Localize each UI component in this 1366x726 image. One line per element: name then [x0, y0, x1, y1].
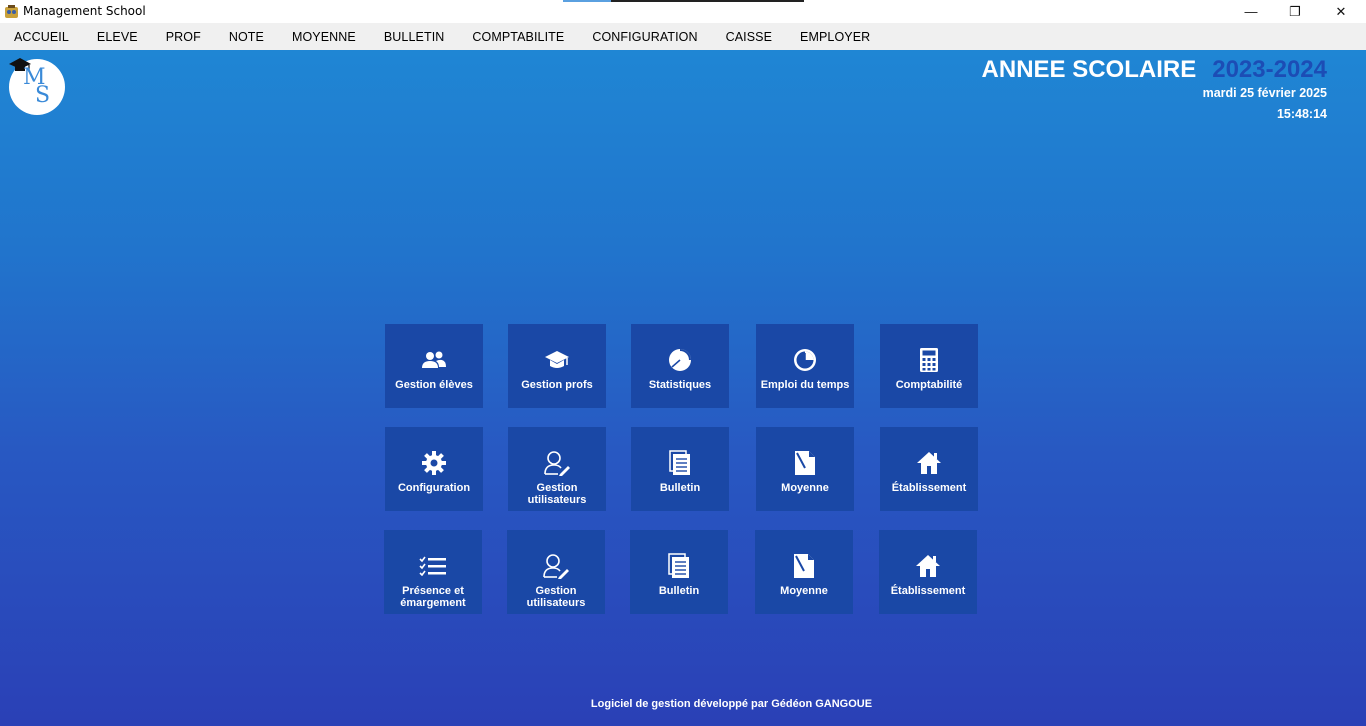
- tile-bulletin[interactable]: Bulletin: [631, 427, 729, 511]
- tile-label: Emploi du temps: [760, 379, 850, 391]
- document-icon: [668, 553, 689, 578]
- checklist-icon: [419, 556, 446, 576]
- tile-moyenne[interactable]: Moyenne: [756, 427, 854, 511]
- tile-label: Gestion profs: [521, 379, 593, 391]
- menu-employer[interactable]: EMPLOYER: [800, 30, 870, 44]
- app-logo: M S: [9, 58, 65, 115]
- menu-prof[interactable]: PROF: [166, 30, 201, 44]
- logo-letter-s: S: [35, 83, 51, 108]
- clock-icon: [794, 349, 816, 371]
- tile-label: Statistiques: [648, 379, 712, 391]
- user-edit-icon: [544, 451, 570, 476]
- menu-configuration[interactable]: CONFIGURATION: [592, 30, 697, 44]
- tile-label: Moyenne: [780, 585, 828, 597]
- users-icon: [422, 351, 446, 368]
- menu-bulletin[interactable]: BULLETIN: [384, 30, 445, 44]
- current-time: 15:48:14: [1276, 107, 1327, 121]
- tile-label: Établissement: [890, 585, 966, 597]
- restore-icon: ❐: [1289, 3, 1301, 19]
- school-year-value: 2023-2024: [1212, 56, 1327, 83]
- footer-credit: Logiciel de gestion développé par Gédéon…: [590, 698, 873, 710]
- tab-indicator: [563, 0, 611, 2]
- tile-moyenne-2[interactable]: Moyenne: [755, 530, 853, 614]
- minimize-button[interactable]: —: [1228, 0, 1274, 23]
- tile-label: Établissement: [891, 482, 967, 494]
- menu-eleve[interactable]: ELEVE: [97, 30, 138, 44]
- calculator-icon: [920, 348, 938, 372]
- menu-caisse[interactable]: CAISSE: [726, 30, 772, 44]
- school-year-block: ANNEE SCOLAIRE 2023-2024 mardi 25 février…: [982, 56, 1327, 121]
- tile-gestion-utilisateurs-2[interactable]: Gestion utilisateurs: [507, 530, 605, 614]
- maximize-button[interactable]: ❐: [1272, 0, 1318, 23]
- current-date: mardi 25 février 2025: [1202, 86, 1327, 100]
- window-title: Management School: [23, 4, 146, 18]
- document-icon: [669, 450, 690, 475]
- close-button[interactable]: ✕: [1318, 0, 1364, 23]
- tile-gestion-profs[interactable]: Gestion profs: [508, 324, 606, 408]
- title-bar: Management School — ❐ ✕: [0, 0, 1366, 23]
- minimize-icon: —: [1244, 4, 1258, 19]
- tab-indicator-dark: [611, 0, 804, 2]
- tile-gestion-eleves[interactable]: Gestion élèves: [385, 324, 483, 408]
- user-edit-icon: [543, 554, 569, 579]
- tile-presence-emargement[interactable]: Présence et émargement: [384, 530, 482, 614]
- menu-comptabilite[interactable]: COMPTABILITE: [472, 30, 564, 44]
- main-area: M S ANNEE SCOLAIRE 2023-2024 mardi 25 fév…: [0, 50, 1366, 726]
- tile-label: Bulletin: [659, 482, 701, 494]
- tile-gestion-utilisateurs[interactable]: Gestion utilisateurs: [508, 427, 606, 511]
- home-icon: [917, 452, 941, 474]
- graduation-cap-icon: [545, 351, 569, 368]
- tile-comptabilite[interactable]: Comptabilité: [880, 324, 978, 408]
- note-icon: [794, 554, 814, 578]
- tile-bulletin-2[interactable]: Bulletin: [630, 530, 728, 614]
- pie-chart-icon: [669, 349, 691, 371]
- tile-label: Présence et émargement: [400, 585, 466, 609]
- tile-statistiques[interactable]: Statistiques: [631, 324, 729, 408]
- tile-label: Moyenne: [781, 482, 829, 494]
- menu-note[interactable]: NOTE: [229, 30, 264, 44]
- tile-label: Configuration: [397, 482, 471, 494]
- tile-etablissement[interactable]: Établissement: [880, 427, 978, 511]
- close-icon: ✕: [1335, 3, 1347, 19]
- menu-bar: ACCUEIL ELEVE PROF NOTE MOYENNE BULLETIN…: [0, 23, 1366, 50]
- tile-label: Bulletin: [658, 585, 700, 597]
- tile-configuration[interactable]: Configuration: [385, 427, 483, 511]
- tile-label: Comptabilité: [895, 379, 963, 391]
- school-year-label: ANNEE SCOLAIRE: [981, 56, 1197, 83]
- tile-label: Gestion élèves: [395, 379, 473, 391]
- home-icon: [916, 555, 940, 577]
- app-icon: [5, 5, 18, 18]
- tile-label: Gestion utilisateurs: [527, 482, 587, 506]
- note-icon: [795, 451, 815, 475]
- menu-accueil[interactable]: ACCUEIL: [14, 30, 69, 44]
- tile-etablissement-2[interactable]: Établissement: [879, 530, 977, 614]
- menu-moyenne[interactable]: MOYENNE: [292, 30, 356, 44]
- gear-icon: [422, 451, 446, 475]
- school-year-heading: ANNEE SCOLAIRE 2023-2024: [982, 56, 1327, 84]
- tile-label: Gestion utilisateurs: [526, 585, 586, 609]
- tile-emploi-du-temps[interactable]: Emploi du temps: [756, 324, 854, 408]
